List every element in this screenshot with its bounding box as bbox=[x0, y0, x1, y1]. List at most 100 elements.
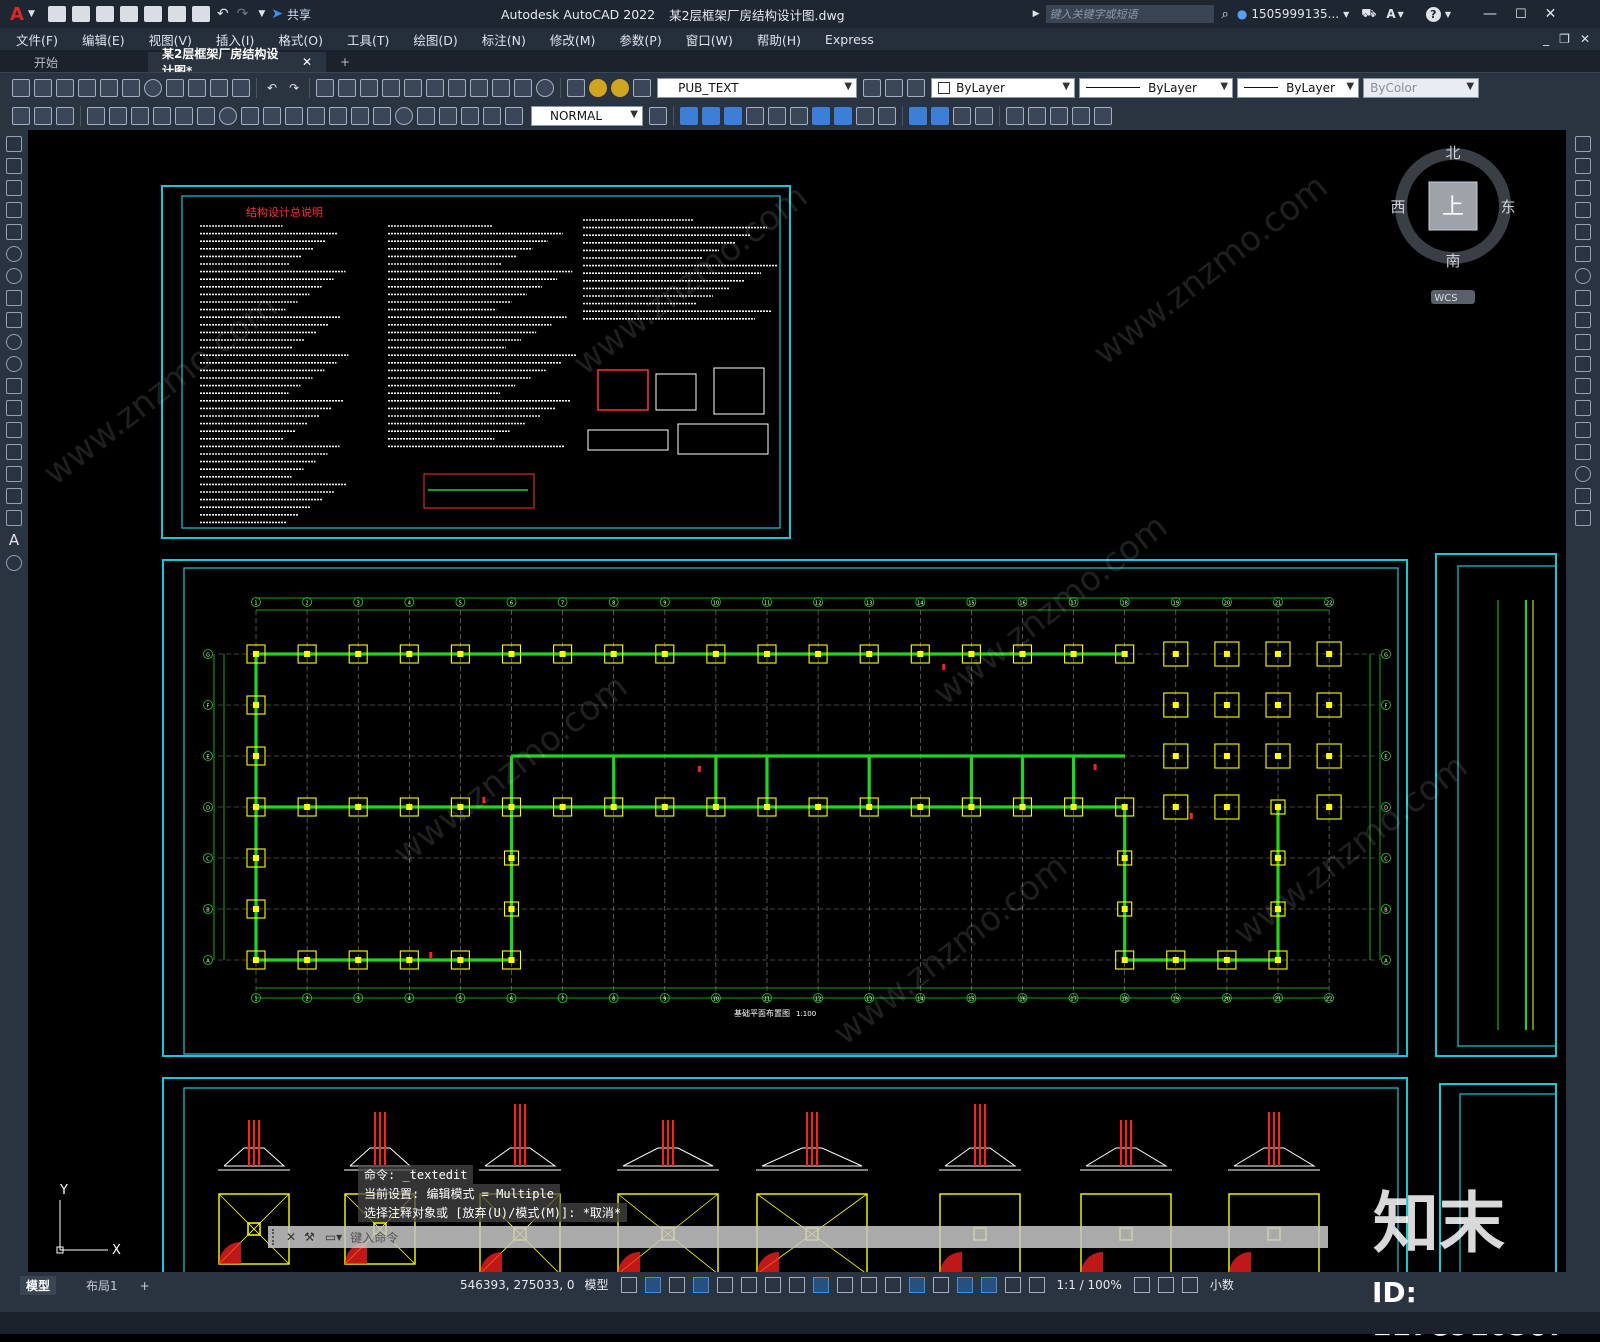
dim-diameter-icon[interactable] bbox=[219, 107, 237, 125]
tab-start[interactable]: 开始 bbox=[20, 52, 148, 72]
selection-filter-icon[interactable] bbox=[932, 1276, 949, 1293]
quick-dim-icon[interactable] bbox=[263, 107, 281, 125]
coordinates-readout[interactable]: 546393, 275033, 0 bbox=[460, 1278, 575, 1292]
isodraft-icon[interactable] bbox=[740, 1276, 757, 1293]
trim-icon[interactable] bbox=[1575, 334, 1591, 350]
publish-icon[interactable] bbox=[122, 78, 140, 97]
autoscale-icon[interactable] bbox=[1004, 1276, 1021, 1293]
mtext-icon[interactable]: A bbox=[0, 531, 28, 549]
paste-icon[interactable] bbox=[210, 78, 228, 97]
color-dropdown[interactable]: ByLayer ▼ bbox=[931, 77, 1076, 98]
layer-properties-icon[interactable] bbox=[567, 78, 586, 97]
workspace-gear-icon[interactable] bbox=[1133, 1276, 1150, 1293]
dim-edit-icon[interactable] bbox=[461, 107, 479, 125]
dim-linear-icon[interactable] bbox=[87, 107, 105, 125]
view-top-icon[interactable] bbox=[768, 107, 786, 125]
customize-qat-icon[interactable]: ▼ bbox=[258, 9, 265, 19]
tolerance-icon[interactable] bbox=[373, 107, 391, 125]
view-ne-iso-icon[interactable] bbox=[856, 107, 874, 125]
help-tool-icon[interactable] bbox=[536, 78, 555, 97]
help-icon[interactable]: ? bbox=[1425, 6, 1441, 22]
view-sw-iso-icon[interactable] bbox=[812, 107, 830, 125]
dim-ordinate-icon[interactable] bbox=[153, 107, 171, 125]
extend-icon[interactable] bbox=[1575, 356, 1591, 372]
add-layout-icon[interactable]: + bbox=[140, 1279, 150, 1293]
gradient-icon[interactable] bbox=[6, 466, 22, 482]
rectangle-icon[interactable] bbox=[6, 224, 22, 240]
redo-icon[interactable]: ↷ bbox=[237, 6, 249, 22]
a360-chevron-icon[interactable]: ▼ bbox=[1398, 10, 1404, 19]
mirror-icon[interactable] bbox=[1575, 180, 1591, 196]
annotation-scale-icon[interactable] bbox=[1028, 1276, 1045, 1293]
annotation-scale-value[interactable]: 1:1 / 100% bbox=[1057, 1278, 1122, 1292]
sheet-set-icon[interactable] bbox=[470, 78, 489, 97]
visual-style-b-icon[interactable] bbox=[931, 107, 949, 125]
dim-baseline-icon[interactable] bbox=[285, 107, 303, 125]
minimize-icon[interactable]: — bbox=[1483, 6, 1497, 22]
insert-block-icon[interactable] bbox=[6, 378, 22, 394]
new-file-icon[interactable] bbox=[47, 6, 66, 22]
dim-arc-icon[interactable] bbox=[131, 107, 149, 125]
dim-aligned-icon[interactable] bbox=[109, 107, 127, 125]
match-prop-icon[interactable] bbox=[232, 78, 250, 97]
ucs-e-icon[interactable] bbox=[1094, 107, 1112, 125]
dim-jogged-icon[interactable] bbox=[197, 107, 215, 125]
cart-icon[interactable]: ⛟ bbox=[1361, 6, 1376, 22]
layer-dropdown[interactable]: PUB_TEXT ▼ bbox=[657, 77, 858, 98]
units-value[interactable]: 小数 bbox=[1210, 1276, 1234, 1293]
menu-tools[interactable]: 工具(T) bbox=[347, 30, 389, 49]
doc-minimize-icon[interactable]: _ bbox=[1543, 32, 1549, 46]
viewcube-east[interactable]: 东 bbox=[1500, 198, 1515, 216]
break-icon[interactable] bbox=[1575, 400, 1591, 416]
break-point-icon[interactable] bbox=[1575, 378, 1591, 394]
ortho-icon[interactable] bbox=[692, 1276, 709, 1293]
ucs-b-icon[interactable] bbox=[1028, 107, 1046, 125]
menu-dimension[interactable]: 标注(N) bbox=[482, 30, 526, 49]
save-web-icon[interactable] bbox=[167, 6, 186, 22]
make-block-icon[interactable] bbox=[6, 400, 22, 416]
save-as-icon[interactable] bbox=[119, 6, 138, 22]
doc-close-icon[interactable]: ✕ bbox=[1580, 32, 1590, 46]
close-icon[interactable]: ✕ bbox=[1545, 6, 1557, 22]
layer-previous-icon[interactable] bbox=[885, 78, 904, 97]
transparency-icon[interactable] bbox=[836, 1276, 853, 1293]
preview-icon[interactable] bbox=[100, 78, 118, 97]
blend-icon[interactable] bbox=[1575, 488, 1591, 504]
dim-break-icon[interactable] bbox=[351, 107, 369, 125]
menu-window[interactable]: 窗口(W) bbox=[686, 30, 733, 49]
menu-modify[interactable]: 修改(M) bbox=[550, 30, 596, 49]
design-center-icon[interactable] bbox=[426, 78, 445, 97]
view-bottom-icon[interactable] bbox=[790, 107, 808, 125]
help-chevron-icon[interactable]: ▼ bbox=[1445, 10, 1451, 19]
open-icon[interactable] bbox=[34, 78, 52, 97]
ucs-a-icon[interactable] bbox=[1006, 107, 1024, 125]
share-icon[interactable]: ➤ bbox=[271, 6, 283, 22]
share-button[interactable]: 共享 bbox=[287, 6, 311, 23]
maximize-icon[interactable]: ☐ bbox=[1515, 7, 1527, 22]
doc-restore-icon[interactable]: ❐ bbox=[1559, 32, 1570, 46]
cut-icon[interactable] bbox=[166, 78, 184, 97]
viewcube[interactable]: 上 北 南 东 西 WCS bbox=[1390, 144, 1516, 304]
annotation-monitor-icon[interactable] bbox=[1157, 1276, 1174, 1293]
layer-on-icon[interactable] bbox=[589, 78, 608, 97]
viewcube-west[interactable]: 西 bbox=[1390, 198, 1405, 216]
polyline-icon[interactable] bbox=[6, 180, 22, 196]
lineweight-dropdown[interactable]: ByLayer ▼ bbox=[1237, 77, 1360, 98]
view-right-icon[interactable] bbox=[746, 107, 764, 125]
offset-icon[interactable] bbox=[1575, 202, 1591, 218]
dim-text-edit-icon[interactable] bbox=[483, 107, 501, 125]
zoom-previous-icon[interactable] bbox=[382, 78, 401, 97]
point-icon[interactable] bbox=[6, 422, 22, 438]
tool-palettes-icon[interactable] bbox=[448, 78, 467, 97]
stretch-icon[interactable] bbox=[1575, 312, 1591, 328]
tab-drawing[interactable]: 某2层框架厂房结构设计图* ✕ bbox=[148, 47, 326, 78]
array-icon[interactable] bbox=[1575, 224, 1591, 240]
print-icon[interactable] bbox=[78, 78, 96, 97]
view-front-icon[interactable] bbox=[680, 107, 698, 125]
jogged-linear-icon[interactable] bbox=[439, 107, 457, 125]
new-icon[interactable] bbox=[12, 78, 30, 97]
layer-states-icon[interactable] bbox=[907, 78, 926, 97]
3dprint-icon[interactable] bbox=[144, 78, 162, 97]
snap-icon[interactable] bbox=[644, 1276, 661, 1293]
ellipse-icon[interactable] bbox=[6, 334, 22, 350]
